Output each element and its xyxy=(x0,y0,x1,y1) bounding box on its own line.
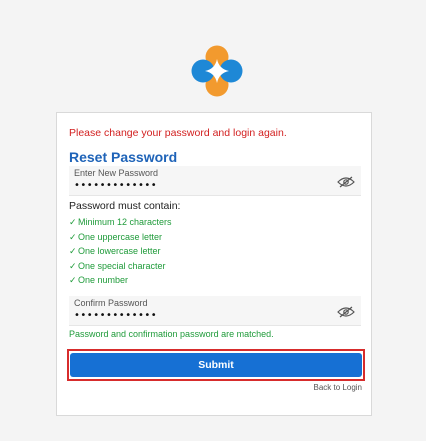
confirm-password-input[interactable] xyxy=(74,310,314,321)
check-icon: ✓ xyxy=(69,231,77,242)
check-icon: ✓ xyxy=(69,275,77,285)
check-icon: ✓ xyxy=(69,246,77,256)
brand-logo-icon xyxy=(191,45,243,97)
password-match-message: Password and confirmation password are m… xyxy=(69,329,274,339)
eye-slash-icon[interactable] xyxy=(337,176,355,188)
rule-item: ✓One number xyxy=(69,275,129,285)
new-password-field[interactable]: Enter New Password xyxy=(69,166,361,196)
rule-item: ✓One lowercase letter xyxy=(69,246,161,256)
confirm-password-label: Confirm Password xyxy=(74,298,148,308)
reset-password-card: Please change your password and login ag… xyxy=(56,112,372,416)
check-icon: ✓ xyxy=(69,217,77,227)
check-icon: ✓ xyxy=(69,260,77,271)
form-title: Reset Password xyxy=(69,149,178,165)
confirm-password-field[interactable]: Confirm Password xyxy=(69,296,361,326)
rule-item: ✓One uppercase letter xyxy=(69,231,163,242)
back-to-login-link[interactable]: Back to Login xyxy=(314,383,362,392)
eye-slash-icon[interactable] xyxy=(337,306,355,318)
password-rules-list: ✓Minimum 12 characters ✓One uppercase le… xyxy=(69,217,172,290)
reset-password-page: Please change your password and login ag… xyxy=(0,0,426,441)
submit-button[interactable]: Submit xyxy=(70,353,362,377)
new-password-input[interactable] xyxy=(74,180,314,191)
rule-item: ✓Minimum 12 characters xyxy=(69,217,172,227)
new-password-label: Enter New Password xyxy=(74,168,159,178)
change-password-alert: Please change your password and login ag… xyxy=(69,127,287,139)
rule-item: ✓One special character xyxy=(69,260,166,271)
rules-title: Password must contain: xyxy=(69,200,181,212)
